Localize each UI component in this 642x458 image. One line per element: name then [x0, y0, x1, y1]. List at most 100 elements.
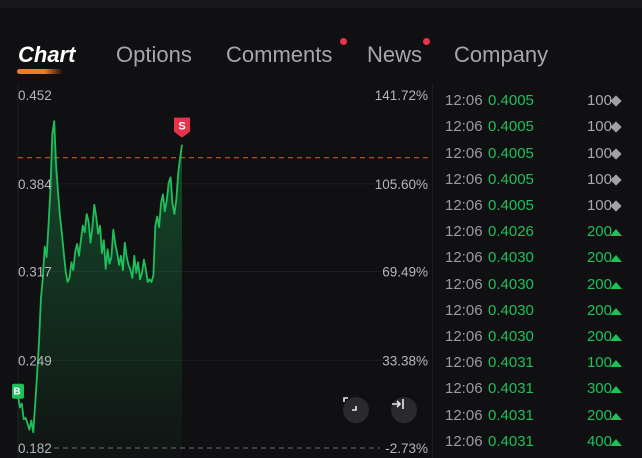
- comments-notification-dot: [340, 38, 347, 45]
- trade-time: 12:06: [445, 144, 483, 162]
- trade-row[interactable]: 12:06 0.4030 200: [436, 272, 642, 298]
- uptick-triangle-icon: [610, 360, 622, 368]
- tab-options[interactable]: Options: [116, 42, 192, 68]
- trade-price: 0.4005: [488, 118, 534, 136]
- uptick-triangle-icon: [610, 255, 622, 263]
- neutral-diamond-icon: [610, 200, 622, 212]
- jump-to-latest-button[interactable]: [391, 397, 417, 423]
- trade-time: 12:06: [445, 118, 483, 136]
- trade-volume: 100: [586, 354, 612, 372]
- trade-volume: 100: [586, 118, 612, 136]
- trade-time: 12:06: [445, 223, 483, 241]
- buy-marker-label: B: [13, 387, 20, 398]
- time-and-sales-list[interactable]: 12:06 0.4005 100 12:06 0.4005 100 12:06 0.4005 1…: [436, 74, 642, 458]
- trade-volume: 200: [586, 406, 612, 424]
- trade-volume: 100: [586, 92, 612, 110]
- trade-volume: 200: [586, 249, 612, 267]
- trade-time: 12:06: [445, 406, 483, 424]
- trade-row[interactable]: 12:06 0.4005 100: [436, 141, 642, 167]
- top-toolbar-strip: [0, 0, 642, 8]
- tab-company-label: Company: [454, 42, 549, 67]
- trade-time: 12:06: [445, 275, 483, 293]
- trade-row[interactable]: 12:06 0.4030 200: [436, 298, 642, 324]
- trade-volume: 200: [586, 223, 612, 241]
- trade-row[interactable]: 12:06 0.4030 200: [436, 245, 642, 271]
- fullscreen-button[interactable]: [343, 397, 369, 423]
- trade-row[interactable]: 12:06 0.4031 100: [436, 350, 642, 376]
- tab-comments-label: Comments: [226, 42, 333, 67]
- trade-row[interactable]: 12:06 0.4005 100: [436, 114, 642, 140]
- trade-volume: 200: [586, 275, 612, 293]
- price-chart[interactable]: 0.452 141.72% 0.384 105.60% 0.317 69.49% 0.249…: [0, 84, 432, 458]
- tab-news[interactable]: News: [367, 42, 422, 68]
- trade-price: 0.4005: [488, 170, 534, 188]
- tab-bar: Chart Options Comments News Company: [0, 30, 642, 80]
- jump-to-end-icon: [392, 399, 404, 409]
- trade-time: 12:06: [445, 301, 483, 319]
- trade-time: 12:06: [445, 92, 483, 110]
- uptick-triangle-icon: [610, 334, 622, 341]
- neutral-diamond-icon: [610, 147, 622, 160]
- trade-price: 0.4031: [488, 406, 534, 424]
- trade-volume: 100: [586, 170, 612, 188]
- price-axis-label: 0.317: [18, 265, 52, 280]
- trade-price: 0.4031: [488, 354, 534, 372]
- percent-axis-label: 33.38%: [382, 353, 428, 368]
- trade-price: 0.4030: [488, 249, 534, 267]
- trade-price: 0.4026: [488, 223, 534, 241]
- trade-row[interactable]: 12:06 0.4031 300: [436, 376, 642, 402]
- uptick-triangle-icon: [610, 281, 622, 289]
- trade-row[interactable]: 12:06 0.4031 400: [436, 429, 642, 455]
- price-axis-label: 0.182: [18, 441, 52, 456]
- trade-row[interactable]: 12:06 0.4005 100: [436, 193, 642, 219]
- expand-icon: [343, 397, 357, 411]
- sell-marker: S: [174, 117, 190, 138]
- neutral-diamond-icon: [610, 121, 622, 134]
- price-axis-label: 0.384: [18, 177, 52, 192]
- uptick-triangle-icon: [610, 438, 622, 446]
- trade-row[interactable]: 12:06 0.4005 100: [436, 88, 642, 114]
- trade-volume: 100: [586, 144, 612, 162]
- trade-row[interactable]: 12:06 0.4026 200: [436, 219, 642, 245]
- sell-marker-label: S: [178, 121, 185, 133]
- trade-volume: 200: [586, 328, 612, 345]
- tab-chart[interactable]: Chart: [17, 42, 75, 74]
- trade-row[interactable]: 12:06 0.4031 200: [436, 403, 642, 429]
- trade-volume: 400: [586, 432, 612, 450]
- tab-options-label: Options: [116, 42, 192, 67]
- percent-axis-label: 141.72%: [375, 88, 428, 103]
- price-axis-label: 0.249: [18, 353, 52, 368]
- trade-row[interactable]: 12:06 0.4030 200: [436, 324, 642, 350]
- tab-company[interactable]: Company: [454, 42, 548, 68]
- uptick-triangle-icon: [610, 412, 622, 420]
- trade-price: 0.4031: [488, 380, 534, 398]
- trade-time: 12:06: [445, 432, 483, 450]
- trade-price: 0.4030: [488, 275, 534, 293]
- buy-marker: B: [12, 383, 24, 399]
- trade-volume: 300: [586, 380, 612, 398]
- trade-time: 12:06: [445, 249, 483, 267]
- active-tab-indicator: [17, 69, 63, 74]
- percent-axis-label: 105.60%: [375, 177, 428, 192]
- uptick-triangle-icon: [610, 386, 622, 394]
- percent-axis-label: 69.49%: [382, 265, 428, 280]
- trade-price: 0.4005: [488, 197, 534, 214]
- tab-comments[interactable]: Comments: [226, 42, 332, 68]
- trade-time: 12:06: [445, 170, 483, 188]
- price-chart-svg: 0.452 141.72% 0.384 105.60% 0.317 69.49% 0.249…: [12, 84, 430, 458]
- trade-time: 12:06: [445, 197, 483, 214]
- tab-news-label: News: [367, 42, 423, 67]
- price-axis-label: 0.452: [18, 88, 52, 103]
- trade-price: 0.4005: [488, 144, 534, 162]
- percent-axis-label: -2.73%: [385, 441, 428, 456]
- trade-price: 0.4005: [488, 92, 534, 110]
- trade-price: 0.4031: [488, 432, 534, 450]
- trade-time: 12:06: [445, 380, 483, 398]
- trade-volume: 200: [586, 301, 612, 319]
- trade-row[interactable]: 12:06 0.4005 100: [436, 167, 642, 193]
- neutral-diamond-icon: [610, 95, 622, 107]
- neutral-diamond-icon: [610, 174, 622, 186]
- uptick-triangle-icon: [610, 307, 622, 315]
- trade-volume: 100: [586, 197, 612, 214]
- news-notification-dot: [423, 38, 430, 45]
